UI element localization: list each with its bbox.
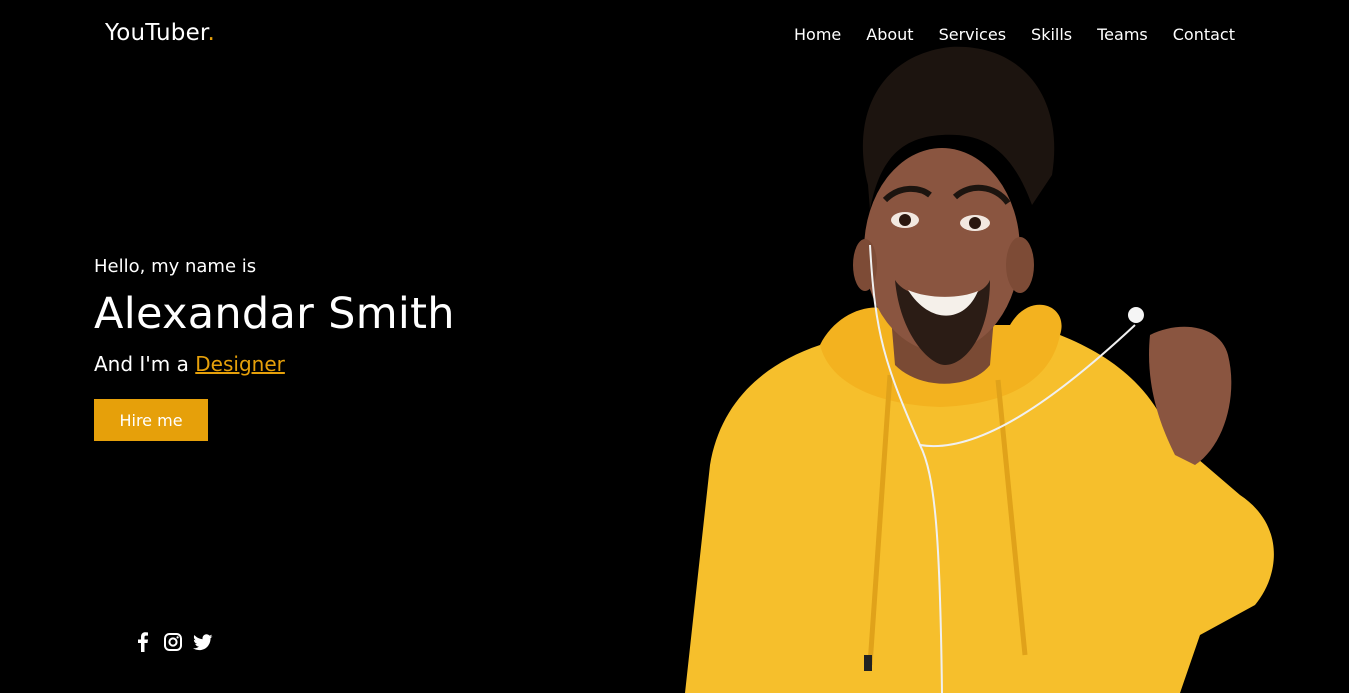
hero-role-line: And I'm a Designer [94, 352, 285, 376]
hero-portrait [680, 35, 1300, 693]
hire-me-button[interactable]: Hire me [94, 399, 208, 441]
facebook-icon[interactable] [133, 632, 153, 652]
role-link[interactable]: Designer [195, 352, 285, 376]
hero-greeting: Hello, my name is [94, 256, 257, 277]
role-prefix: And I'm a [94, 352, 196, 376]
social-links [133, 632, 213, 652]
brand-dot: . [207, 20, 215, 46]
brand-logo[interactable]: YouTuber. [105, 20, 215, 46]
twitter-icon[interactable] [193, 632, 213, 652]
hero-page: YouTuber. Home About Services Skills Tea… [0, 0, 1349, 693]
hero-name: Alexandar Smith [94, 289, 455, 339]
instagram-icon[interactable] [163, 632, 183, 652]
brand-name: YouTuber [105, 20, 208, 46]
